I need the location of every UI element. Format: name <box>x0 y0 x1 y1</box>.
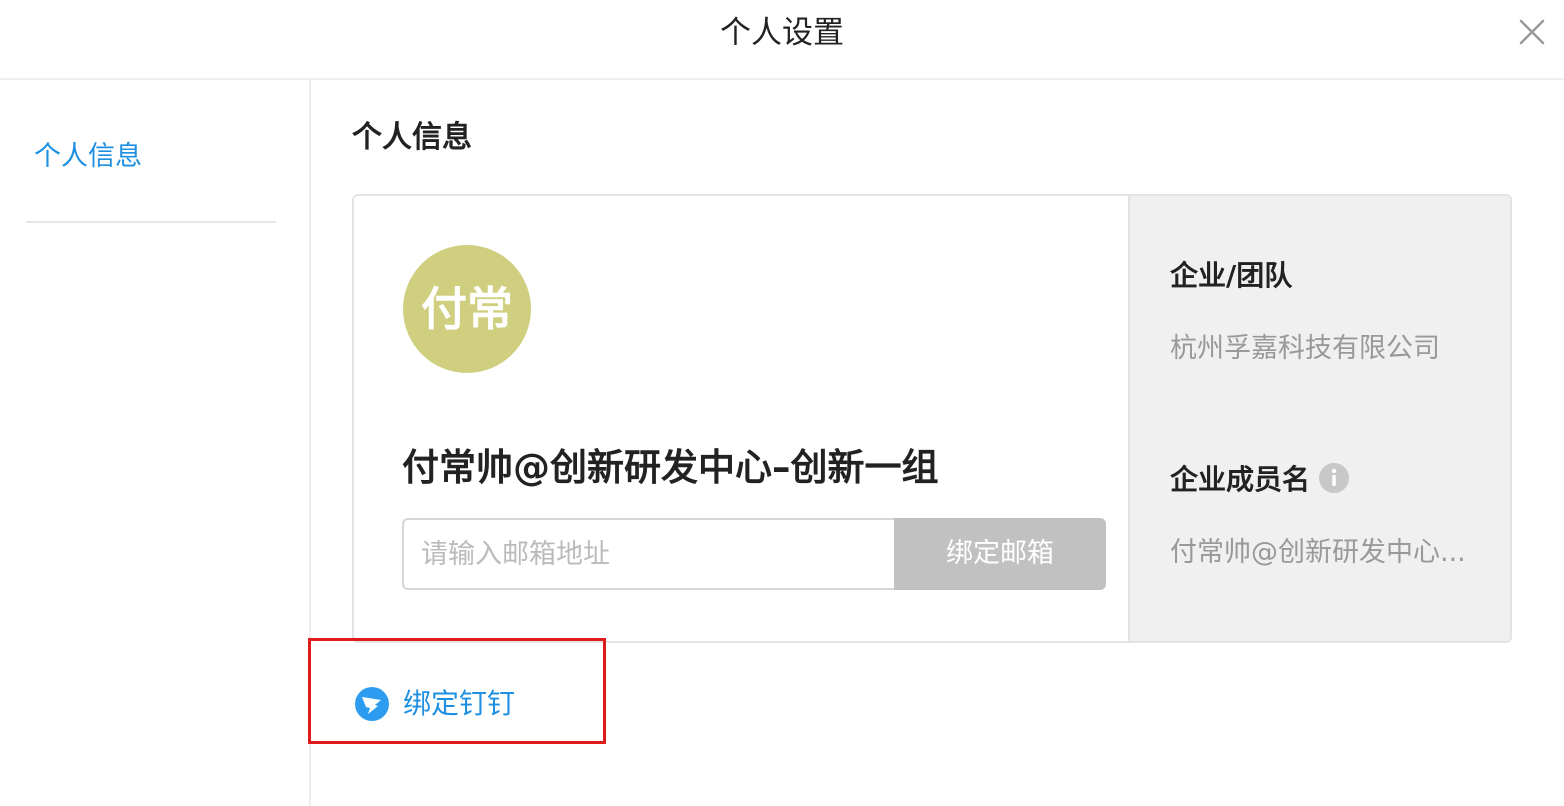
dialog-header: 个人设置 <box>0 0 1564 80</box>
member-name-label-row: 企业成员名 <box>1170 460 1350 500</box>
sidebar-divider <box>26 221 276 223</box>
company-info-panel: 企业/团队 杭州孚嘉科技有限公司 企业成员名 付常帅@创新研发中心... <box>1128 196 1510 641</box>
team-value: 杭州孚嘉科技有限公司 <box>1170 333 1440 364</box>
bind-email-button[interactable]: 绑定邮箱 <box>894 518 1106 590</box>
email-input[interactable] <box>402 518 894 590</box>
dialog-title: 个人设置 <box>720 15 844 51</box>
section-title: 个人信息 <box>352 120 472 155</box>
close-icon[interactable] <box>1516 16 1548 48</box>
profile-card: 付常 付常帅@创新研发中心–创新一组 绑定邮箱 企业/团队 杭州孚嘉科技有限公司… <box>352 194 1512 643</box>
member-name-label: 企业成员名 <box>1170 463 1311 496</box>
member-name-value: 付常帅@创新研发中心... <box>1170 537 1466 568</box>
highlight-box <box>308 638 606 744</box>
sidebar-item-personal-info[interactable]: 个人信息 <box>34 138 142 176</box>
sidebar: 个人信息 <box>0 80 311 806</box>
display-name: 付常帅@创新研发中心–创新一组 <box>402 446 939 489</box>
team-label: 企业/团队 <box>1170 259 1293 292</box>
avatar: 付常 <box>403 245 531 373</box>
info-icon[interactable] <box>1318 462 1350 494</box>
